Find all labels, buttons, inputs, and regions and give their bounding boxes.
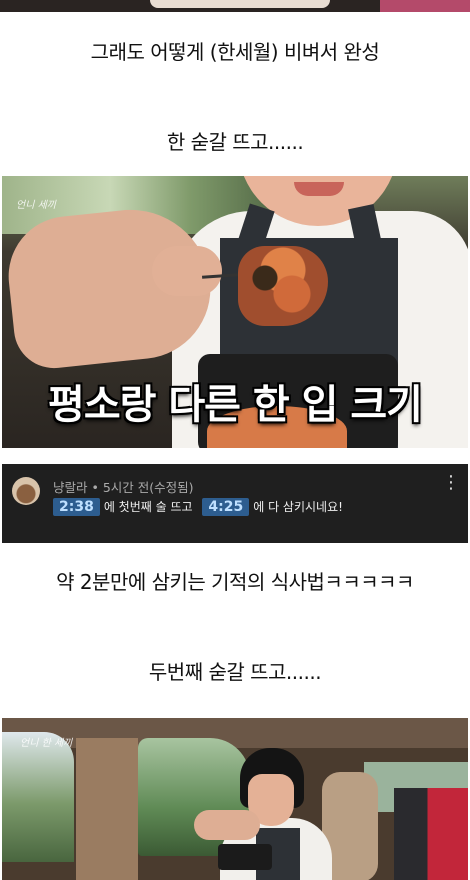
caption-1: 그래도 어떻게 (한세월) 비벼서 완성 [90, 40, 380, 64]
caption-2: 한 숟갈 뜨고...... [166, 130, 304, 154]
arm [194, 810, 260, 840]
comment-text-1: 에 첫번째 술 뜨고 [103, 500, 193, 514]
video-frame-second-spoon: 언니 한 세끼 [2, 718, 468, 880]
meta-separator: • [91, 480, 99, 495]
comment-author[interactable]: 냥랄라 [53, 480, 88, 495]
channel-logo: 언니 세끼 [16, 200, 56, 211]
comment-time[interactable]: 5시간 전(수정됨) [103, 480, 194, 495]
avatar[interactable] [12, 477, 40, 505]
comment-meta: 냥랄라 • 5시간 전(수정됨) [53, 477, 194, 496]
caption-3: 약 2분만에 삼키는 기적의 식사법ㅋㅋㅋㅋㅋ [56, 570, 414, 594]
subtitle-overlay: 평소랑 다른 한 입 크기 [48, 382, 423, 428]
more-options-icon[interactable]: ⋮ [442, 474, 460, 492]
comment-text-2: 에 다 삼키시네요! [253, 500, 343, 514]
comment-body: 2:38 에 첫번째 술 뜨고 4:25 에 다 삼키시네요! [53, 498, 343, 516]
previous-photo-detail [150, 0, 330, 8]
food-container [218, 844, 272, 870]
timestamp-link-2[interactable]: 4:25 [202, 498, 250, 516]
previous-photo-strip [0, 0, 470, 12]
hand [152, 246, 222, 296]
youtube-comment: 냥랄라 • 5시간 전(수정됨) ⋮ 2:38 에 첫번째 술 뜨고 4:25 에 … [2, 464, 468, 543]
caption-4: 두번째 숟갈 뜨고...... [148, 660, 322, 684]
lips [294, 182, 344, 196]
car-pillar [76, 738, 138, 880]
timestamp-link-1[interactable]: 2:38 [53, 498, 100, 516]
video-frame-first-spoon: 언니 세끼 평소랑 다른 한 입 크기 [2, 176, 468, 448]
car-window-left [2, 732, 74, 862]
hanging-jackets [394, 788, 468, 880]
channel-logo: 언니 한 세끼 [20, 738, 73, 749]
previous-photo-detail-pink [380, 0, 470, 12]
